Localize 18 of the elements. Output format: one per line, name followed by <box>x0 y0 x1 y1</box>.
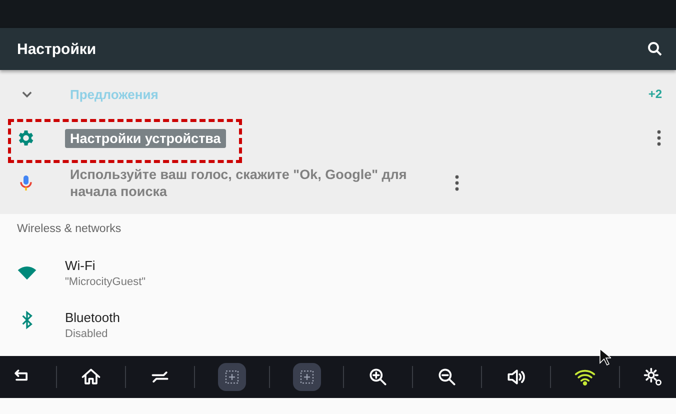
search-icon[interactable] <box>646 40 664 58</box>
suggestions-title: Предложения <box>70 86 160 102</box>
app-bar-title: Настройки <box>17 40 96 58</box>
setting-title[interactable]: Wi-Fi <box>65 258 146 273</box>
section-header: Wireless & networks <box>16 222 122 237</box>
zoom-in-icon[interactable] <box>367 366 390 388</box>
setting-summary: Disabled <box>65 328 109 340</box>
suggestion-count: +2 <box>648 87 662 101</box>
capture-button[interactable] <box>218 363 246 391</box>
dashed-plus-square-icon <box>298 368 316 386</box>
setting-title[interactable]: Bluetooth <box>65 310 120 325</box>
dashed-plus-square-icon <box>222 368 241 386</box>
gear-icon <box>16 128 36 148</box>
settings-icon[interactable] <box>642 366 664 388</box>
suggestion-title[interactable]: Настройки устройства <box>65 128 226 148</box>
zoom-out-icon[interactable] <box>436 366 458 388</box>
capture-button[interactable] <box>292 363 321 391</box>
setting-summary: "MicrocityGuest" <box>65 276 146 288</box>
